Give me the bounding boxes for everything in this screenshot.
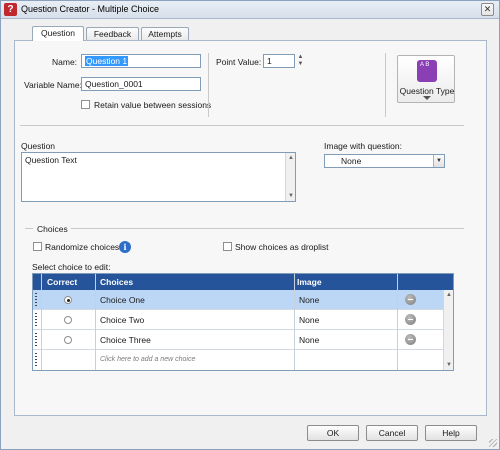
scroll-down-icon[interactable]: ▼ xyxy=(445,361,453,369)
question-text: Question Text xyxy=(25,155,77,165)
retain-value-checkbox[interactable] xyxy=(81,100,90,109)
correct-radio[interactable] xyxy=(64,336,72,344)
app-icon: ? xyxy=(4,3,17,16)
multiple-choice-icon: A B xyxy=(417,60,437,82)
cancel-button[interactable]: Cancel xyxy=(366,425,418,441)
point-value-field[interactable]: 1 xyxy=(263,54,295,68)
question-label: Question xyxy=(21,141,56,151)
question-type-label: Question Type xyxy=(399,86,455,96)
divider xyxy=(25,228,33,229)
choice-text: Choice Three xyxy=(100,335,151,345)
choices-table: Correct Choices Image Choice One None Ch… xyxy=(32,273,454,371)
question-text-area[interactable]: Question Text ▲ ▼ xyxy=(21,152,296,202)
choices-section-label: Choices xyxy=(37,224,68,234)
show-droplist-label: Show choices as droplist xyxy=(235,242,329,252)
name-label: Name: xyxy=(52,57,78,67)
header-image: Image xyxy=(297,277,322,287)
resize-grip-icon[interactable] xyxy=(489,439,497,447)
column-divider xyxy=(95,274,96,370)
question-scrollbar[interactable]: ▲ ▼ xyxy=(285,153,295,201)
variable-name-label: Variable Name: xyxy=(24,80,82,90)
close-icon[interactable]: ✕ xyxy=(481,3,494,16)
name-value: Question 1 xyxy=(85,56,129,66)
correct-radio[interactable] xyxy=(64,296,72,304)
remove-choice-icon[interactable] xyxy=(405,294,416,305)
remove-choice-icon[interactable] xyxy=(405,314,416,325)
retain-value-label: Retain value between sessions xyxy=(94,100,212,110)
image-with-question-value: None xyxy=(341,156,362,166)
header-choices: Choices xyxy=(100,277,134,287)
scroll-up-icon[interactable]: ▲ xyxy=(287,154,295,162)
show-droplist-checkbox[interactable] xyxy=(223,242,232,251)
column-divider xyxy=(397,274,398,370)
help-button[interactable]: Help xyxy=(425,425,477,441)
chevron-down-icon[interactable]: ▼ xyxy=(433,155,444,167)
tab-attempts[interactable]: Attempts xyxy=(141,27,189,41)
drag-handle-icon[interactable] xyxy=(35,313,37,327)
drag-handle-icon xyxy=(35,353,37,367)
add-choice-placeholder: Click here to add a new choice xyxy=(100,356,196,363)
divider xyxy=(71,228,464,229)
choice-text: Choice One xyxy=(100,295,145,305)
table-scrollbar[interactable]: ▲ ▼ xyxy=(443,290,453,370)
remove-choice-icon[interactable] xyxy=(405,334,416,345)
header-correct: Correct xyxy=(47,277,78,287)
choice-image: None xyxy=(299,295,320,305)
scroll-up-icon[interactable]: ▲ xyxy=(445,291,453,299)
randomize-choices-label: Randomize choices xyxy=(45,242,120,252)
correct-radio[interactable] xyxy=(64,316,72,324)
column-divider xyxy=(294,274,295,370)
image-with-question-label: Image with question: xyxy=(324,141,402,151)
question-creator-window: ? Question Creator - Multiple Choice ✕ Q… xyxy=(0,0,500,450)
drag-handle-icon[interactable] xyxy=(35,333,37,347)
variable-name-field[interactable]: Question_0001 xyxy=(81,77,201,91)
name-field[interactable]: Question 1 xyxy=(81,54,201,68)
column-divider xyxy=(41,274,42,370)
info-icon[interactable]: i xyxy=(119,241,131,253)
chevron-down-icon xyxy=(423,96,431,100)
randomize-choices-checkbox[interactable] xyxy=(33,242,42,251)
choice-image: None xyxy=(299,335,320,345)
choice-text: Choice Two xyxy=(100,315,145,325)
window-title: Question Creator - Multiple Choice xyxy=(21,4,160,14)
tab-question[interactable]: Question xyxy=(32,26,84,41)
image-with-question-select[interactable]: None ▼ xyxy=(324,154,445,168)
divider xyxy=(385,53,386,117)
select-choice-label: Select choice to edit: xyxy=(32,262,111,272)
choice-image: None xyxy=(299,315,320,325)
divider xyxy=(20,125,464,126)
question-type-button[interactable]: A B Question Type xyxy=(397,55,455,103)
tab-feedback[interactable]: Feedback xyxy=(86,27,139,41)
ok-button[interactable]: OK xyxy=(307,425,359,441)
point-value-label: Point Value: xyxy=(216,57,262,67)
title-bar: ? Question Creator - Multiple Choice ✕ xyxy=(1,1,499,19)
point-value-spinner[interactable]: ▲ ▼ xyxy=(297,54,304,68)
divider xyxy=(208,53,209,117)
drag-handle-icon[interactable] xyxy=(35,293,37,307)
table-header: Correct Choices Image xyxy=(33,274,453,290)
scroll-down-icon[interactable]: ▼ xyxy=(287,192,295,200)
